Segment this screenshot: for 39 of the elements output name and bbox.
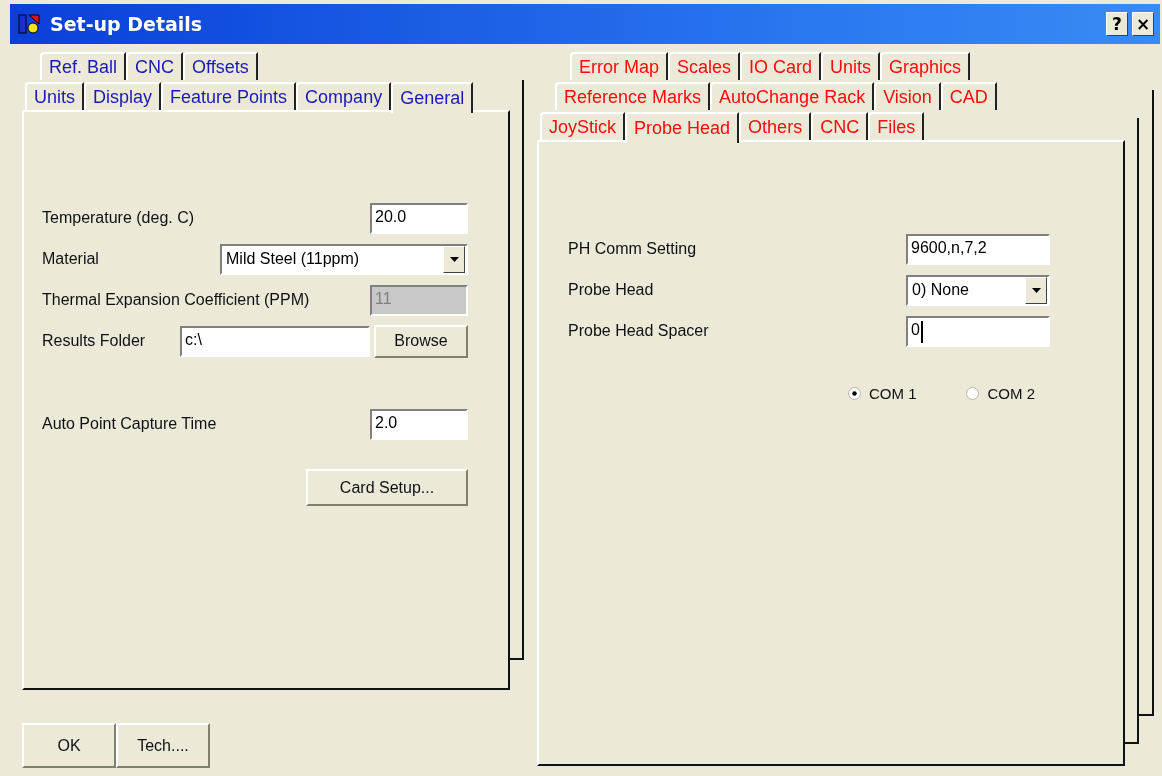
dropdown-button[interactable] — [443, 245, 465, 273]
dropdown-button[interactable] — [1025, 276, 1047, 304]
input-field[interactable]: 20.0 — [370, 202, 468, 234]
field-label: Temperature (deg. C) — [42, 209, 196, 227]
input-field[interactable]: 2.0 — [370, 408, 468, 440]
radio-button[interactable] — [966, 387, 980, 400]
tab[interactable]: Units — [25, 82, 84, 110]
ok-button[interactable]: OK — [22, 723, 116, 768]
field-label: Auto Point Capture Time — [42, 415, 218, 433]
radio-button[interactable] — [847, 387, 861, 400]
input-field[interactable]: c:\ — [180, 325, 370, 357]
help-button[interactable]: ? — [1106, 12, 1128, 36]
tab[interactable]: General — [391, 82, 474, 113]
tab[interactable]: CNC — [126, 52, 184, 80]
caret-icon — [449, 256, 459, 262]
close-button[interactable]: × — [1132, 12, 1154, 36]
radio-label: COM 2 — [987, 385, 1035, 402]
caret-icon — [1031, 287, 1041, 293]
tab[interactable]: Offsets — [183, 52, 258, 80]
dropdown-field[interactable]: Mild Steel (11ppm) — [220, 243, 468, 275]
dropdown-field[interactable]: 0) None — [906, 274, 1050, 306]
field-label: Thermal Expansion Coefficient (PPM) — [42, 291, 311, 309]
window-title: Set-up Details — [50, 13, 204, 35]
tech-button[interactable]: Tech.... — [116, 723, 210, 768]
input-field[interactable]: 0 — [906, 315, 1050, 347]
tab[interactable]: Company — [296, 82, 392, 110]
field-label: Probe Head Spacer — [568, 322, 710, 340]
radio-label: COM 1 — [868, 385, 917, 402]
field-label: Material — [42, 250, 100, 268]
app-logo-icon — [18, 13, 40, 35]
tab[interactable]: Ref. Ball — [40, 52, 127, 80]
tab[interactable]: Feature Points — [161, 82, 297, 110]
input-field[interactable]: 9600,n,7,2 — [906, 233, 1050, 265]
field-label: PH Comm Setting — [568, 240, 698, 258]
tab[interactable]: Display — [84, 82, 162, 110]
browse-button[interactable]: Browse — [374, 324, 468, 358]
field-label: Probe Head — [568, 281, 655, 299]
field-label: Results Folder — [42, 332, 147, 350]
card-setup-button[interactable]: Card Setup... — [306, 469, 468, 506]
